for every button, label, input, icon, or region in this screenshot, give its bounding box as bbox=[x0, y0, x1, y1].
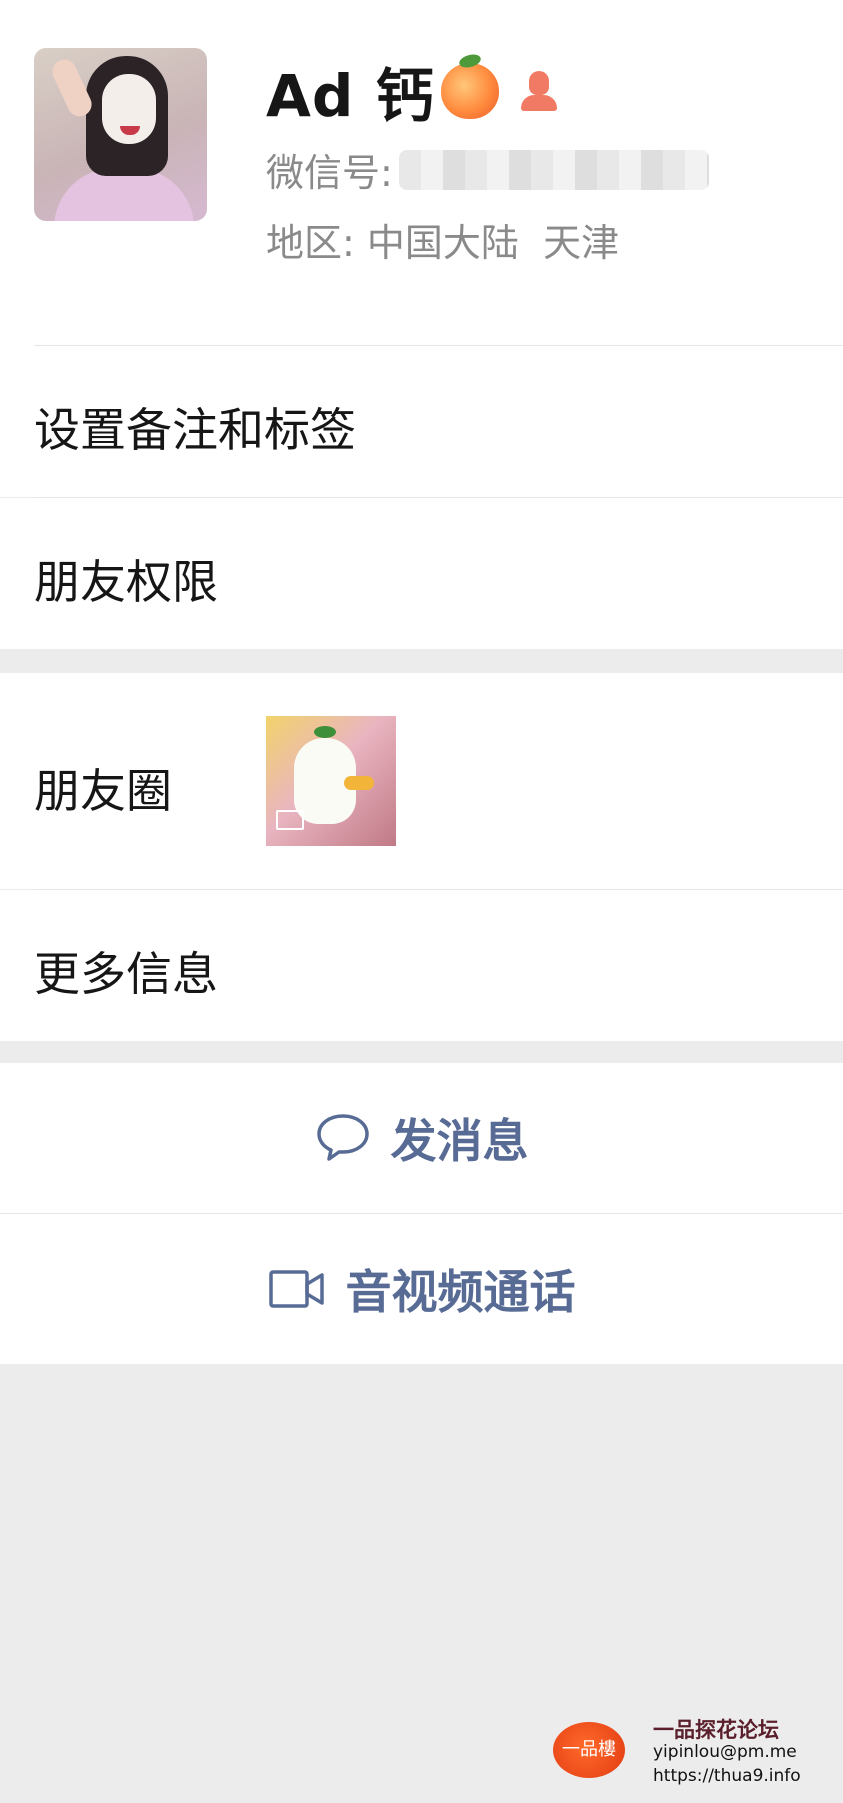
female-icon bbox=[519, 69, 559, 113]
more-info-row[interactable]: 更多信息 bbox=[0, 890, 843, 1041]
avatar[interactable] bbox=[34, 48, 207, 221]
friend-permissions-label: 朋友权限 bbox=[34, 555, 218, 609]
forum-logo-text: 一品樓 bbox=[562, 1739, 616, 1760]
watermark-url: https://thua9.info bbox=[653, 1766, 801, 1786]
watermark-email: yipinlou@pm.me bbox=[653, 1742, 797, 1762]
friend-permissions-row[interactable]: 朋友权限 bbox=[0, 498, 843, 649]
wechat-id-label: 微信号: bbox=[266, 151, 393, 195]
video-indicator-icon bbox=[276, 810, 304, 830]
wechat-id-redacted bbox=[398, 149, 709, 190]
name-row: Ad 钙 bbox=[266, 56, 559, 130]
profile-header: Ad 钙 微信号: 地区: 中国大陆 天津 bbox=[0, 0, 843, 346]
forum-watermark: 一品樓 一品探花论坛 yipinlou@pm.me https://thua9.… bbox=[553, 1712, 801, 1792]
video-camera-icon bbox=[268, 1270, 324, 1308]
forum-logo: 一品樓 bbox=[553, 1722, 625, 1778]
av-call-button[interactable]: 音视频通话 bbox=[0, 1214, 843, 1364]
contact-name: Ad 钙 bbox=[266, 62, 435, 130]
beak-shape bbox=[344, 776, 374, 790]
female-icon-head bbox=[528, 71, 549, 95]
region-value: 中国大陆 天津 bbox=[366, 221, 620, 265]
wechat-id-line: 微信号: bbox=[266, 142, 709, 197]
leaf-shape bbox=[314, 726, 336, 738]
remark-tags-row[interactable]: 设置备注和标签 bbox=[0, 346, 843, 497]
send-message-button[interactable]: 发消息 bbox=[0, 1063, 843, 1213]
peach-emoji-icon bbox=[440, 63, 499, 119]
female-icon-body bbox=[520, 95, 557, 111]
region-label: 地区: bbox=[266, 221, 355, 265]
moments-row[interactable]: 朋友圈 bbox=[0, 673, 843, 889]
moments-label: 朋友圈 bbox=[34, 764, 172, 818]
watermark-title: 一品探花论坛 bbox=[653, 1718, 779, 1742]
region-line: 地区: 中国大陆 天津 bbox=[266, 212, 619, 267]
send-message-label: 发消息 bbox=[390, 1114, 529, 1168]
remark-tags-label: 设置备注和标签 bbox=[34, 403, 356, 457]
more-info-label: 更多信息 bbox=[34, 947, 218, 1001]
chat-bubble-icon bbox=[316, 1114, 369, 1161]
moments-thumbnail[interactable] bbox=[266, 716, 396, 846]
av-call-label: 音视频通话 bbox=[345, 1265, 576, 1319]
